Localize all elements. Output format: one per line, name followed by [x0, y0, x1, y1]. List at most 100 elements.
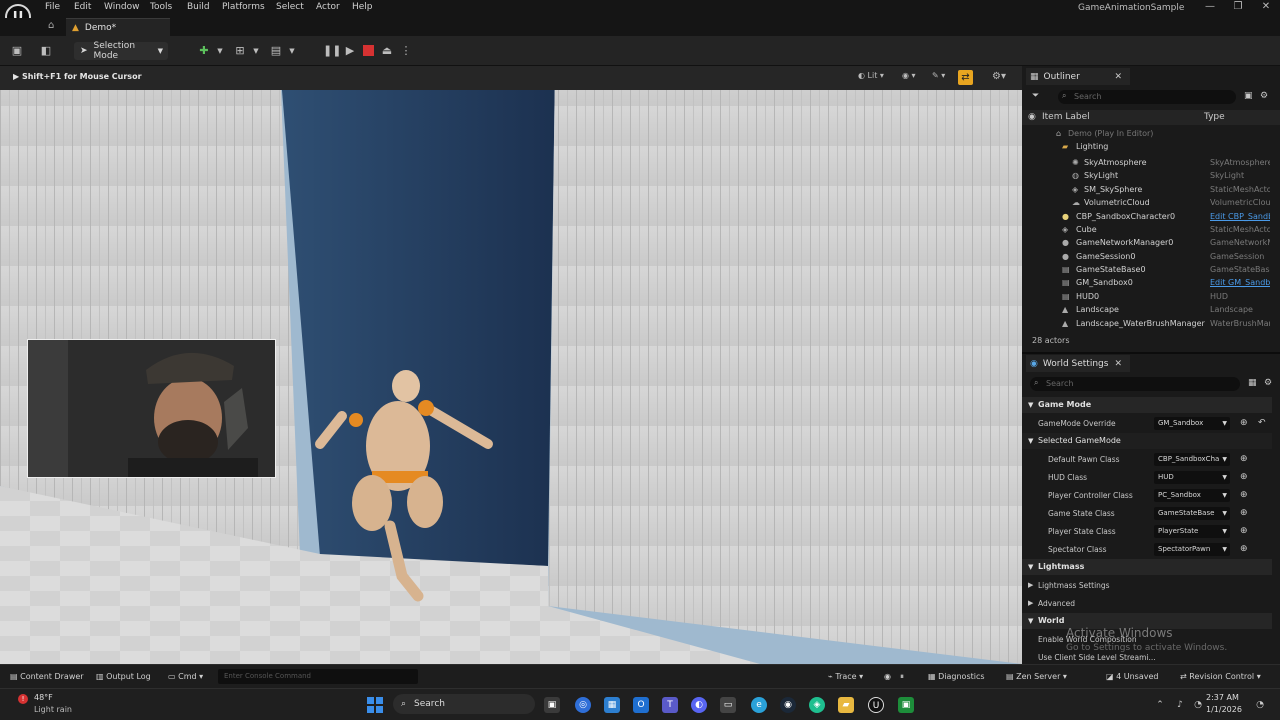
outliner-row[interactable]: ● GameSession0 GameSession	[1022, 250, 1272, 263]
player-state-class-dropdown[interactable]: PlayerState ▼	[1154, 525, 1230, 538]
transform-icon[interactable]: ✎ ▾	[932, 71, 945, 85]
unreal-engine-icon[interactable]: U	[868, 697, 884, 713]
volume-icon[interactable]: ◔	[1190, 697, 1206, 713]
clock-date[interactable]: 1/1/2026	[1206, 705, 1242, 714]
blueprint-icon[interactable]: ⊞	[232, 43, 248, 59]
content-drawer-button[interactable]: ▤ Content Drawer	[10, 672, 84, 681]
section-advanced[interactable]: ▶ Advanced	[1022, 595, 1272, 612]
maximize-button[interactable]: ❐	[1228, 1, 1248, 15]
close-icon[interactable]: ✕	[1114, 359, 1122, 369]
spectator-class-dropdown[interactable]: SpectatorPawn ▼	[1154, 543, 1230, 556]
show-flags-icon[interactable]: ◉ ▾	[902, 71, 916, 85]
outliner-row[interactable]: ⌂ Demo (Play In Editor)	[1022, 127, 1272, 140]
add-folder-icon[interactable]: ▣	[1244, 91, 1253, 101]
weather-description[interactable]: Light rain	[34, 705, 72, 714]
eject-icon[interactable]: ⏏	[379, 43, 395, 59]
outliner-tab[interactable]: ▦ Outliner ✕	[1026, 68, 1130, 85]
outliner-row[interactable]: ◈ Cube StaticMeshActor	[1022, 223, 1272, 236]
chevron-down-icon[interactable]: ▼	[284, 43, 300, 59]
notifications-icon[interactable]: ◔	[1252, 697, 1268, 713]
record-icon[interactable]: ◉	[884, 672, 891, 681]
outliner-row[interactable]: ▤ GM_Sandbox0 Edit GM_Sandbox	[1022, 276, 1272, 289]
microphone-icon[interactable]: ♪	[1172, 697, 1188, 713]
chevron-up-icon[interactable]: ⌃	[1152, 697, 1168, 713]
browse-icon[interactable]: ⊕	[1240, 489, 1248, 502]
menu-tools[interactable]: Tools	[150, 2, 172, 12]
settings-icon[interactable]: ⚙	[1264, 378, 1272, 388]
section-game-mode[interactable]: ▼ Game Mode	[1022, 397, 1272, 413]
steam-icon[interactable]: ◉	[780, 697, 796, 713]
col-item-label[interactable]: Item Label	[1042, 112, 1090, 122]
discord-icon[interactable]: ◐	[691, 697, 707, 713]
unsaved-button[interactable]: ◪ 4 Unsaved	[1106, 672, 1158, 681]
diagnostics-button[interactable]: ▦ Diagnostics	[928, 672, 985, 681]
settings-icon[interactable]: ⚙	[1260, 91, 1268, 101]
weather-alert-icon[interactable]: !	[18, 694, 28, 704]
view-mode-button[interactable]: ◐ Lit ▾	[858, 71, 884, 85]
gamemode-override-dropdown[interactable]: GM_Sandbox ▼	[1154, 417, 1230, 430]
outliner-search-input[interactable]: Search	[1058, 90, 1236, 104]
hud-class-dropdown[interactable]: HUD ▼	[1154, 471, 1230, 484]
browse-icon[interactable]: ⊕	[1240, 417, 1248, 430]
edge-icon[interactable]: e	[751, 697, 767, 713]
console-command-input[interactable]: Enter Console Command	[218, 669, 418, 684]
filter-icon[interactable]: ⏷	[1032, 91, 1039, 101]
save-icon[interactable]: ▣	[9, 43, 25, 59]
add-actor-icon[interactable]: ✚	[196, 43, 212, 59]
file-explorer-icon[interactable]: ▰	[838, 697, 854, 713]
task-view-icon[interactable]: ▣	[544, 697, 560, 713]
app-icon[interactable]: ◈	[809, 697, 825, 713]
taskbar-search[interactable]: ⌕ Search	[393, 694, 535, 714]
pawn-class-dropdown[interactable]: CBP_SandboxCha ▼	[1154, 453, 1230, 466]
outliner-row[interactable]: ◍ SkyLight SkyLight	[1022, 169, 1272, 182]
section-lightmass[interactable]: ▼ Lightmass	[1022, 559, 1272, 575]
menu-platforms[interactable]: Platforms	[222, 2, 265, 12]
stop-icon[interactable]	[363, 45, 374, 56]
menu-actor[interactable]: Actor	[316, 2, 340, 12]
edit-blueprint-link[interactable]: Edit CBP_Sandbox	[1210, 210, 1270, 223]
copilot-icon[interactable]: ◎	[575, 697, 591, 713]
clock-time[interactable]: 2:37 AM	[1206, 693, 1239, 702]
pause-icon[interactable]: ❚❚	[323, 43, 341, 59]
edit-blueprint-link[interactable]: Edit GM_Sandbox	[1210, 276, 1270, 289]
output-log-button[interactable]: ▥ Output Log	[96, 672, 151, 681]
outliner-row[interactable]: ☁ VolumetricCloud VolumetricCloud	[1022, 196, 1272, 209]
section-lightmass-settings[interactable]: ▶ Lightmass Settings	[1022, 577, 1272, 594]
browse-icon[interactable]: ⊕	[1240, 507, 1248, 520]
realtime-toggle-icon[interactable]: ⇄	[958, 70, 973, 85]
outliner-row[interactable]: ✺ SkyAtmosphere SkyAtmosphere	[1022, 156, 1272, 169]
more-options-icon[interactable]: ⋮	[398, 43, 414, 59]
trace-button[interactable]: ⌁ Trace ▾	[828, 672, 863, 681]
windows-start-icon[interactable]	[367, 697, 383, 713]
col-type[interactable]: Type	[1204, 112, 1225, 122]
close-window-button[interactable]: ✕	[1256, 1, 1276, 15]
controller-class-dropdown[interactable]: PC_Sandbox ▼	[1154, 489, 1230, 502]
cinematics-icon[interactable]: ▤	[268, 43, 284, 59]
teams-icon[interactable]: T	[662, 697, 678, 713]
weather-temperature[interactable]: 48°F	[34, 693, 53, 702]
selection-mode-dropdown[interactable]: ➤ Selection Mode ▼	[74, 41, 168, 61]
store-icon[interactable]: ▦	[604, 697, 620, 713]
outliner-row[interactable]: ▲ Landscape Landscape	[1022, 303, 1272, 316]
tab-demo-level[interactable]: ▲ Demo*	[66, 18, 170, 36]
close-icon[interactable]: ✕	[1114, 72, 1122, 82]
outlook-icon[interactable]: O	[633, 697, 649, 713]
minimize-button[interactable]: —	[1200, 1, 1220, 15]
game-state-class-dropdown[interactable]: GameStateBase ▼	[1154, 507, 1230, 520]
revision-control-button[interactable]: ⇄ Revision Control ▾	[1180, 672, 1261, 681]
table-view-icon[interactable]: ▦	[1248, 378, 1257, 388]
menu-build[interactable]: Build	[187, 2, 210, 12]
visibility-icon[interactable]: ◉	[1028, 112, 1036, 122]
browse-icon[interactable]: ⊕	[1240, 453, 1248, 466]
chevron-down-icon[interactable]: ▼	[212, 43, 228, 59]
world-settings-tab[interactable]: ◉ World Settings ✕	[1026, 355, 1130, 372]
browse-icon[interactable]: ⊕	[1240, 543, 1248, 556]
app-icon[interactable]: ▣	[898, 697, 914, 713]
menu-edit[interactable]: Edit	[74, 2, 91, 12]
outliner-row[interactable]: ◈ SM_SkySphere StaticMeshActor	[1022, 183, 1272, 196]
details-search-input[interactable]: Search	[1030, 377, 1240, 391]
outliner-row[interactable]: ▲ Landscape_WaterBrushManager WaterBrushMa…	[1022, 317, 1272, 330]
outliner-row[interactable]: ● GameNetworkManager0 GameNetworkManager	[1022, 236, 1272, 249]
viewport-settings-icon[interactable]: ⚙▾	[992, 71, 1006, 85]
menu-select[interactable]: Select	[276, 2, 304, 12]
